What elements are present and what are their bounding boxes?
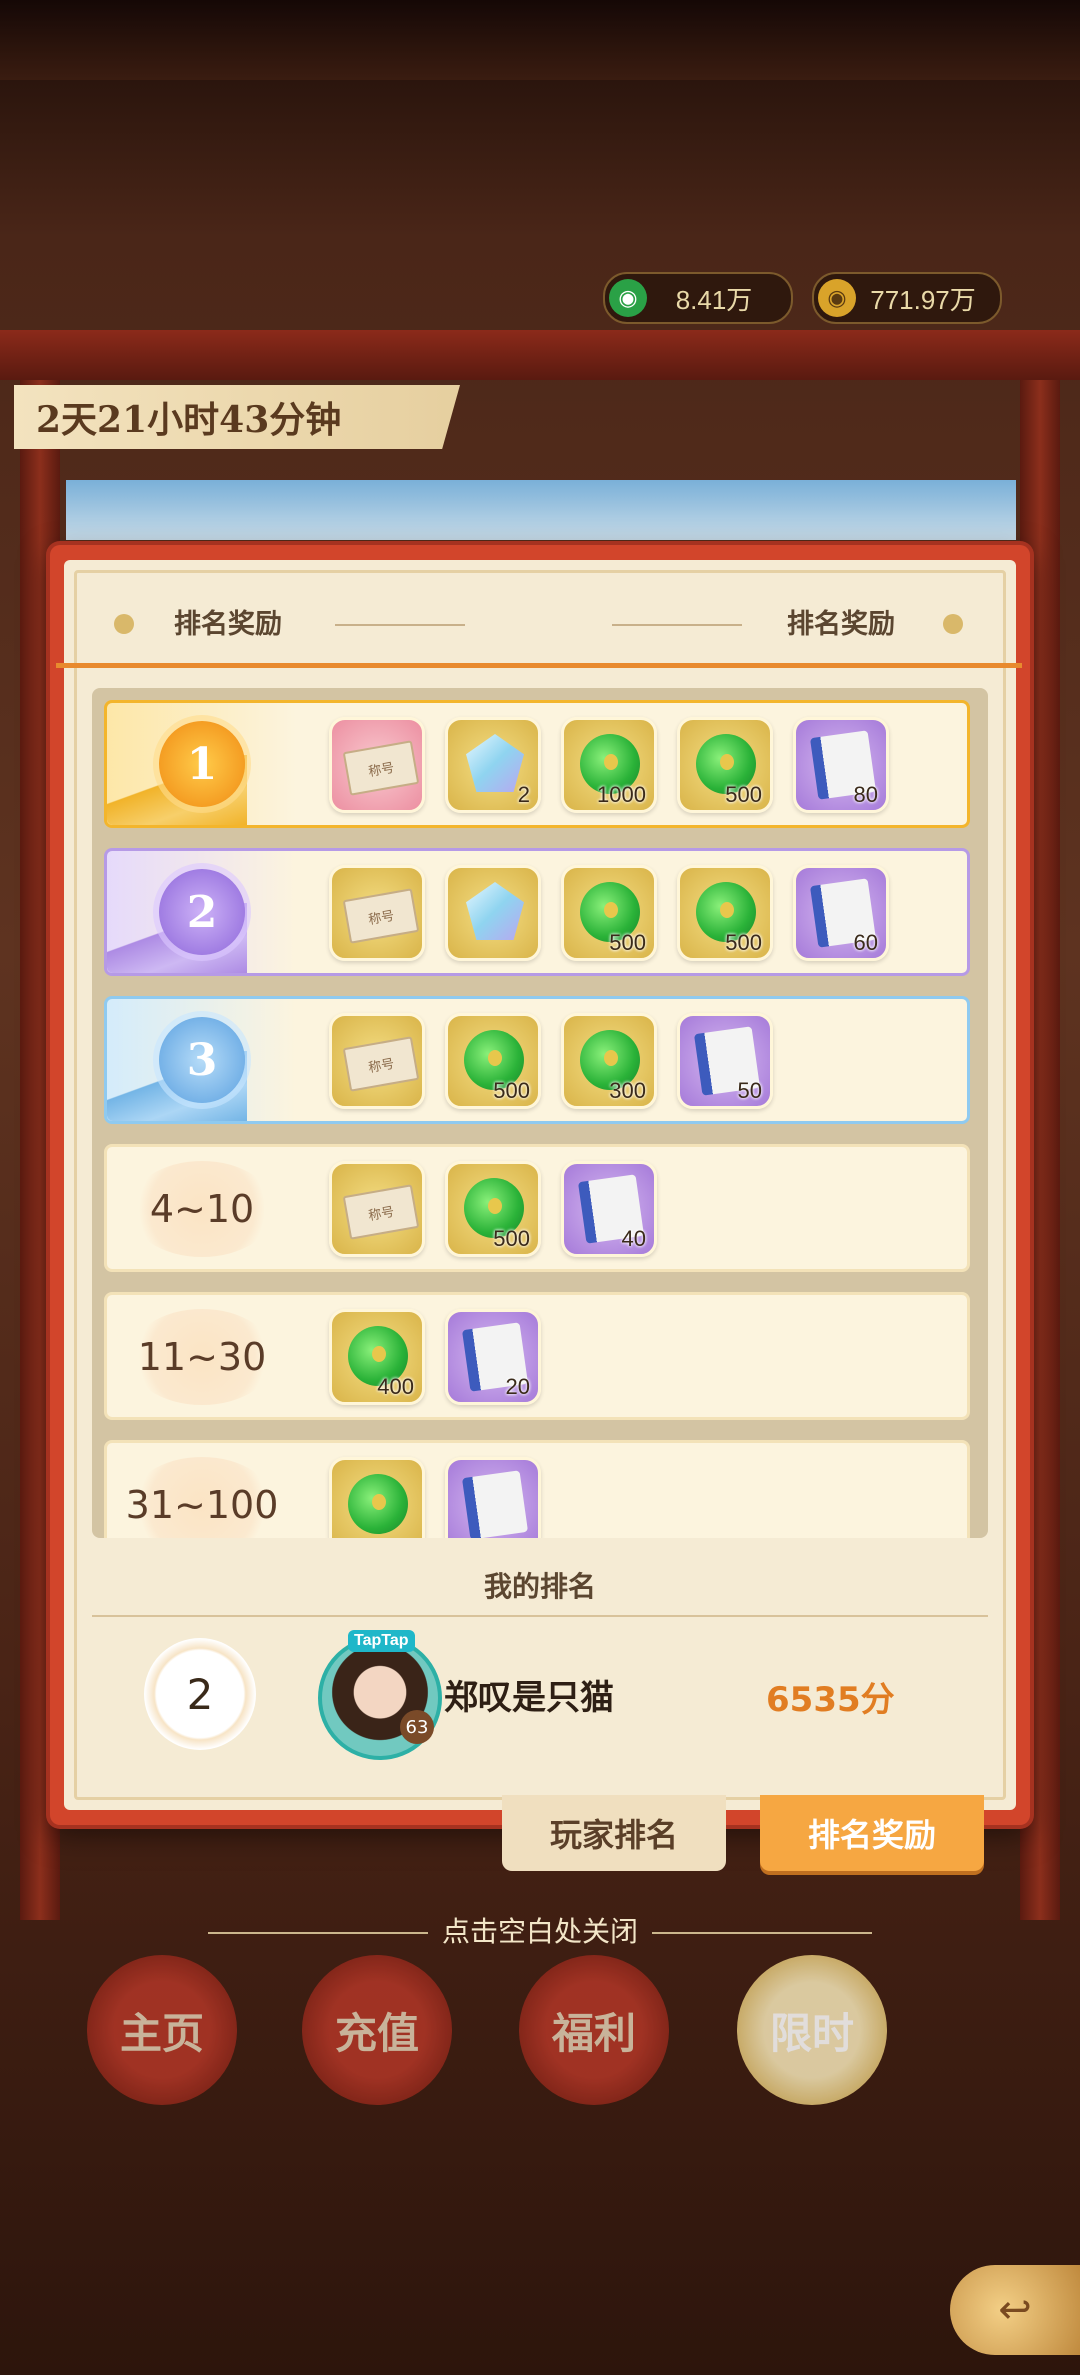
reward-item-gem[interactable] — [445, 865, 541, 961]
reward-row-rank-3: 3 称号 500 300 50 — [104, 996, 970, 1124]
reward-row-rank-11-30: 11~30 400 20 — [104, 1292, 970, 1420]
reward-row-rank-4-10: 4~10 称号 500 40 — [104, 1144, 970, 1272]
reward-item-title[interactable]: 称号 — [329, 717, 425, 813]
gold-coin-icon: ◉ — [818, 279, 856, 317]
taptap-badge: TapTap — [348, 1630, 415, 1652]
reward-item-jade[interactable]: 400 — [329, 1309, 425, 1405]
reward-item-jade[interactable] — [329, 1457, 425, 1538]
reward-row-rank-1: 1 称号 2 1000 500 80 — [104, 700, 970, 828]
item-qty: 500 — [725, 930, 762, 955]
item-qty: 500 — [493, 1078, 530, 1103]
rank-medal: 3 — [159, 1017, 245, 1103]
reward-item-jade[interactable]: 500 — [677, 865, 773, 961]
jade-icon — [348, 1474, 408, 1534]
gem-icon — [466, 882, 524, 940]
item-qty: 400 — [377, 1374, 414, 1399]
header-divider — [56, 663, 1022, 668]
reward-item-book[interactable]: 40 — [561, 1161, 657, 1257]
reward-item-jade[interactable]: 500 — [445, 1161, 541, 1257]
jade-coin-icon: ◉ — [609, 279, 647, 317]
item-qty: 2 — [517, 782, 530, 807]
reward-item-jade[interactable]: 500 — [445, 1013, 541, 1109]
header-title-right: 排名奖励 — [787, 609, 895, 640]
my-rank-title: 我的排名 — [483, 1570, 596, 1603]
header-title-left: 排名奖励 — [174, 609, 282, 640]
top-bar — [0, 0, 1080, 80]
title-ticket-icon: 称号 — [342, 888, 420, 944]
currency-gold-value: 771.97万 — [870, 284, 976, 315]
reward-item-book[interactable]: 20 — [445, 1309, 541, 1405]
reward-list[interactable]: 1 称号 2 1000 500 80 2 称号 500 500 60 3 称号 … — [92, 688, 988, 1538]
reward-row-rank-31-100: 31~100 — [104, 1440, 970, 1538]
player-score: 6535分 — [766, 1680, 895, 1720]
reward-item-book[interactable] — [445, 1457, 541, 1538]
rank-range: 31~100 — [126, 1457, 278, 1538]
gem-icon — [466, 734, 524, 792]
item-qty: 40 — [621, 1226, 646, 1251]
header-dot-right — [943, 614, 963, 634]
nav-welfare-button[interactable]: 福利 — [519, 1955, 669, 2105]
currency-jade[interactable]: ◉ 8.41万 — [603, 272, 793, 324]
reward-row-rank-2: 2 称号 500 500 60 — [104, 848, 970, 976]
item-qty: 1000 — [597, 782, 646, 807]
item-qty: 60 — [853, 930, 878, 955]
reward-item-book[interactable]: 60 — [793, 865, 889, 961]
currency-jade-value: 8.41万 — [675, 284, 753, 315]
header-line-left — [335, 624, 465, 626]
reward-item-book[interactable]: 50 — [677, 1013, 773, 1109]
item-qty: 500 — [609, 930, 646, 955]
header-dot-left — [114, 614, 134, 634]
reward-item-book[interactable]: 80 — [793, 717, 889, 813]
rank-range: 11~30 — [129, 1309, 275, 1405]
reward-item-jade[interactable]: 500 — [677, 717, 773, 813]
header-line-right — [612, 624, 742, 626]
reward-item-gem[interactable]: 2 — [445, 717, 541, 813]
reward-item-jade[interactable]: 1000 — [561, 717, 657, 813]
player-level-badge: 63 — [400, 1710, 434, 1744]
title-ticket-icon: 称号 — [342, 740, 420, 796]
tab-player-ranking[interactable]: 玩家排名 — [502, 1795, 726, 1871]
reward-item-jade[interactable]: 300 — [561, 1013, 657, 1109]
rank-medal: 1 — [159, 721, 245, 807]
close-hint[interactable]: 点击空白处关闭 — [0, 1910, 1080, 1950]
reward-item-jade[interactable]: 500 — [561, 865, 657, 961]
reward-item-title[interactable]: 称号 — [329, 1161, 425, 1257]
back-button[interactable]: ↩ — [950, 2265, 1080, 2355]
nav-home-button[interactable]: 主页 — [87, 1955, 237, 2105]
book-icon — [461, 1470, 529, 1538]
tab-rank-rewards[interactable]: 排名奖励 — [760, 1795, 984, 1871]
reward-item-title[interactable]: 称号 — [329, 1013, 425, 1109]
close-hint-text: 点击空白处关闭 — [441, 1915, 638, 1948]
currency-gold[interactable]: ◉ 771.97万 — [812, 272, 1002, 324]
item-qty: 20 — [505, 1374, 530, 1399]
item-qty: 500 — [493, 1226, 530, 1251]
item-qty: 50 — [737, 1078, 762, 1103]
event-timer: 2天21小时43分钟 — [14, 385, 460, 449]
my-rank-number: 2 — [144, 1638, 256, 1750]
item-qty: 500 — [725, 782, 762, 807]
reward-item-title[interactable]: 称号 — [329, 865, 425, 961]
rank-medal: 2 — [159, 869, 245, 955]
panel-header: 排名奖励 排名奖励 — [80, 590, 1000, 660]
title-ticket-icon: 称号 — [342, 1036, 420, 1092]
scene-backdrop — [66, 480, 1016, 540]
item-qty: 300 — [609, 1078, 646, 1103]
nav-limited-button[interactable]: 限时 — [737, 1955, 887, 2105]
title-ticket-icon: 称号 — [342, 1184, 420, 1240]
item-qty: 80 — [853, 782, 878, 807]
nav-recharge-button[interactable]: 充值 — [302, 1955, 452, 2105]
rank-range: 4~10 — [129, 1161, 275, 1257]
my-rank-divider — [92, 1615, 988, 1617]
player-name: 郑叹是只猫 — [444, 1678, 614, 1718]
back-arrow-icon: ↩ — [998, 2287, 1032, 2333]
decorative-beam — [0, 330, 1080, 380]
